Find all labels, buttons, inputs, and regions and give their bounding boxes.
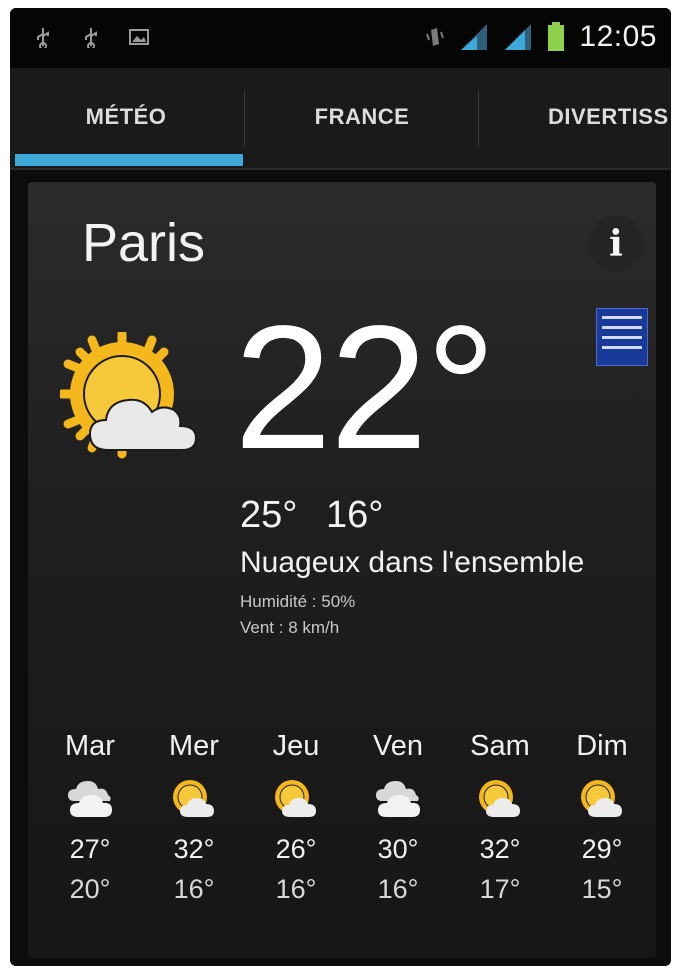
forecast-day[interactable]: Mar 27° 20° <box>38 730 142 905</box>
info-button[interactable]: i <box>588 216 644 272</box>
day-high: 29° <box>581 834 623 864</box>
city-name: Paris <box>82 213 206 273</box>
info-icon: i <box>609 223 623 265</box>
high-temp: 25° <box>240 494 298 536</box>
tab-selected-indicator <box>15 154 243 166</box>
status-time: 12:05 <box>579 20 657 53</box>
signal-icon <box>461 24 488 50</box>
phone-screen: 12:05 MÉTÉO FRANCE DIVERTISS Paris i 22°… <box>10 8 671 966</box>
tab-label: DIVERTISS <box>548 104 669 129</box>
tab-label: FRANCE <box>314 104 410 129</box>
high-low-temps: 25° 16° <box>240 494 402 537</box>
vibrate-icon <box>426 28 445 46</box>
day-name: Ven <box>373 730 423 762</box>
day-name: Mer <box>169 730 219 762</box>
day-low: 17° <box>479 874 521 904</box>
day-name: Mar <box>65 730 115 762</box>
current-temperature: 22° <box>234 290 496 486</box>
day-low: 15° <box>581 874 623 904</box>
partly-cloudy-icon <box>173 780 214 817</box>
partly-cloudy-icon <box>60 332 198 459</box>
partly-cloudy-icon <box>275 780 316 817</box>
usb-icon <box>37 28 49 48</box>
day-low: 16° <box>173 874 215 904</box>
day-name: Jeu <box>272 730 320 762</box>
forecast-row: Mar 27° 20° Mer 32° 16° Jeu 26° 16° Ven … <box>28 730 656 950</box>
status-bar: 12:05 <box>10 8 671 68</box>
weather-channel-logo <box>596 308 648 366</box>
day-high: 32° <box>479 834 521 864</box>
signal-icon <box>505 24 532 50</box>
day-name: Dim <box>576 730 628 762</box>
forecast-day[interactable]: Sam 32° 17° <box>448 730 552 905</box>
weather-condition: Nuageux dans l'ensemble <box>240 546 585 579</box>
tab-meteo[interactable]: MÉTÉO <box>10 68 242 166</box>
partly-cloudy-icon <box>581 780 622 817</box>
battery-icon <box>548 22 565 51</box>
day-name: Sam <box>470 730 530 762</box>
forecast-day[interactable]: Mer 32° 16° <box>142 730 246 905</box>
day-high: 26° <box>275 834 317 864</box>
cloudy-icon <box>68 781 112 817</box>
day-high: 32° <box>173 834 215 864</box>
humidity: Humidité : 50% <box>240 592 356 611</box>
cloudy-icon <box>376 781 420 817</box>
image-notification-icon <box>129 29 149 45</box>
weather-card[interactable]: Paris i 22° 25° 16° Nuageux dans l'ensem… <box>28 182 656 958</box>
tab-france[interactable]: FRANCE <box>246 68 478 166</box>
day-high: 27° <box>69 834 111 864</box>
forecast-day[interactable]: Dim 29° 15° <box>550 730 654 905</box>
wind: Vent : 8 km/h <box>240 618 340 637</box>
day-low: 16° <box>377 874 419 904</box>
partly-cloudy-icon <box>479 780 520 817</box>
tab-divider <box>478 90 479 146</box>
day-low: 16° <box>275 874 317 904</box>
day-high: 30° <box>377 834 419 864</box>
forecast-day[interactable]: Ven 30° 16° <box>346 730 450 905</box>
tab-label: MÉTÉO <box>85 104 167 129</box>
low-temp: 16° <box>326 494 384 536</box>
tab-bar: MÉTÉO FRANCE DIVERTISS <box>10 68 671 170</box>
forecast-day[interactable]: Jeu 26° 16° <box>244 730 348 905</box>
day-low: 20° <box>69 874 111 904</box>
usb-icon <box>85 28 97 48</box>
tab-divider <box>244 90 245 146</box>
tab-divertissement[interactable]: DIVERTISS <box>480 68 671 166</box>
